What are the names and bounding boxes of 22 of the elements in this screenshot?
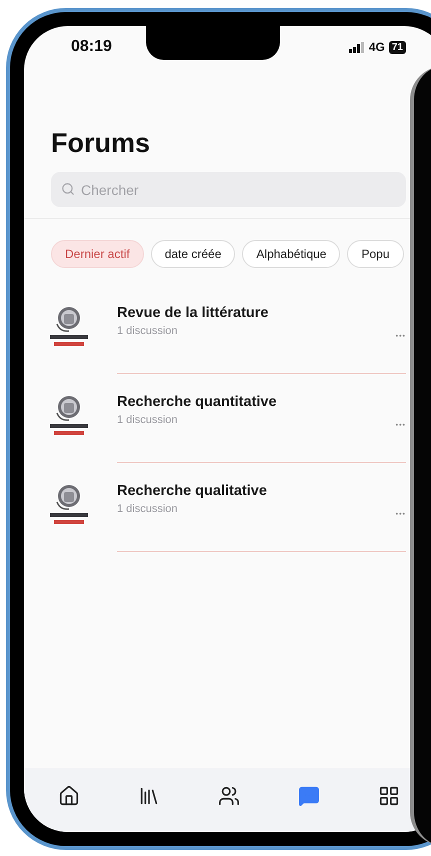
sort-chip[interactable]: Dernier actif bbox=[51, 240, 144, 268]
sort-chip[interactable]: date créée bbox=[150, 240, 236, 268]
home-icon bbox=[58, 785, 80, 807]
search-field[interactable]: Chercher bbox=[51, 172, 406, 207]
discussion-count: 1 discussion bbox=[117, 325, 179, 337]
sort-chip[interactable]: Alphabétique bbox=[242, 240, 340, 268]
discussion-count: 1 discussion bbox=[117, 414, 179, 426]
discussion-count: 1 discussion bbox=[117, 503, 179, 515]
page-title: Forums bbox=[51, 127, 152, 160]
forum-title[interactable]: Revue de la littérature bbox=[117, 305, 268, 321]
people-icon bbox=[218, 785, 240, 807]
network-label: 4G bbox=[368, 40, 385, 54]
sort-chip[interactable]: Popu bbox=[347, 240, 404, 268]
books-icon bbox=[138, 785, 160, 807]
search-icon bbox=[61, 182, 75, 196]
forum-title[interactable]: Recherche quantitative bbox=[117, 394, 277, 410]
chat-icon bbox=[298, 785, 320, 807]
signal-icon bbox=[348, 42, 365, 52]
grid-icon bbox=[378, 785, 400, 807]
forum-title[interactable]: Recherche qualitative bbox=[117, 483, 267, 499]
battery-level: 71 bbox=[388, 40, 406, 54]
status-time: 08:19 bbox=[71, 38, 112, 56]
